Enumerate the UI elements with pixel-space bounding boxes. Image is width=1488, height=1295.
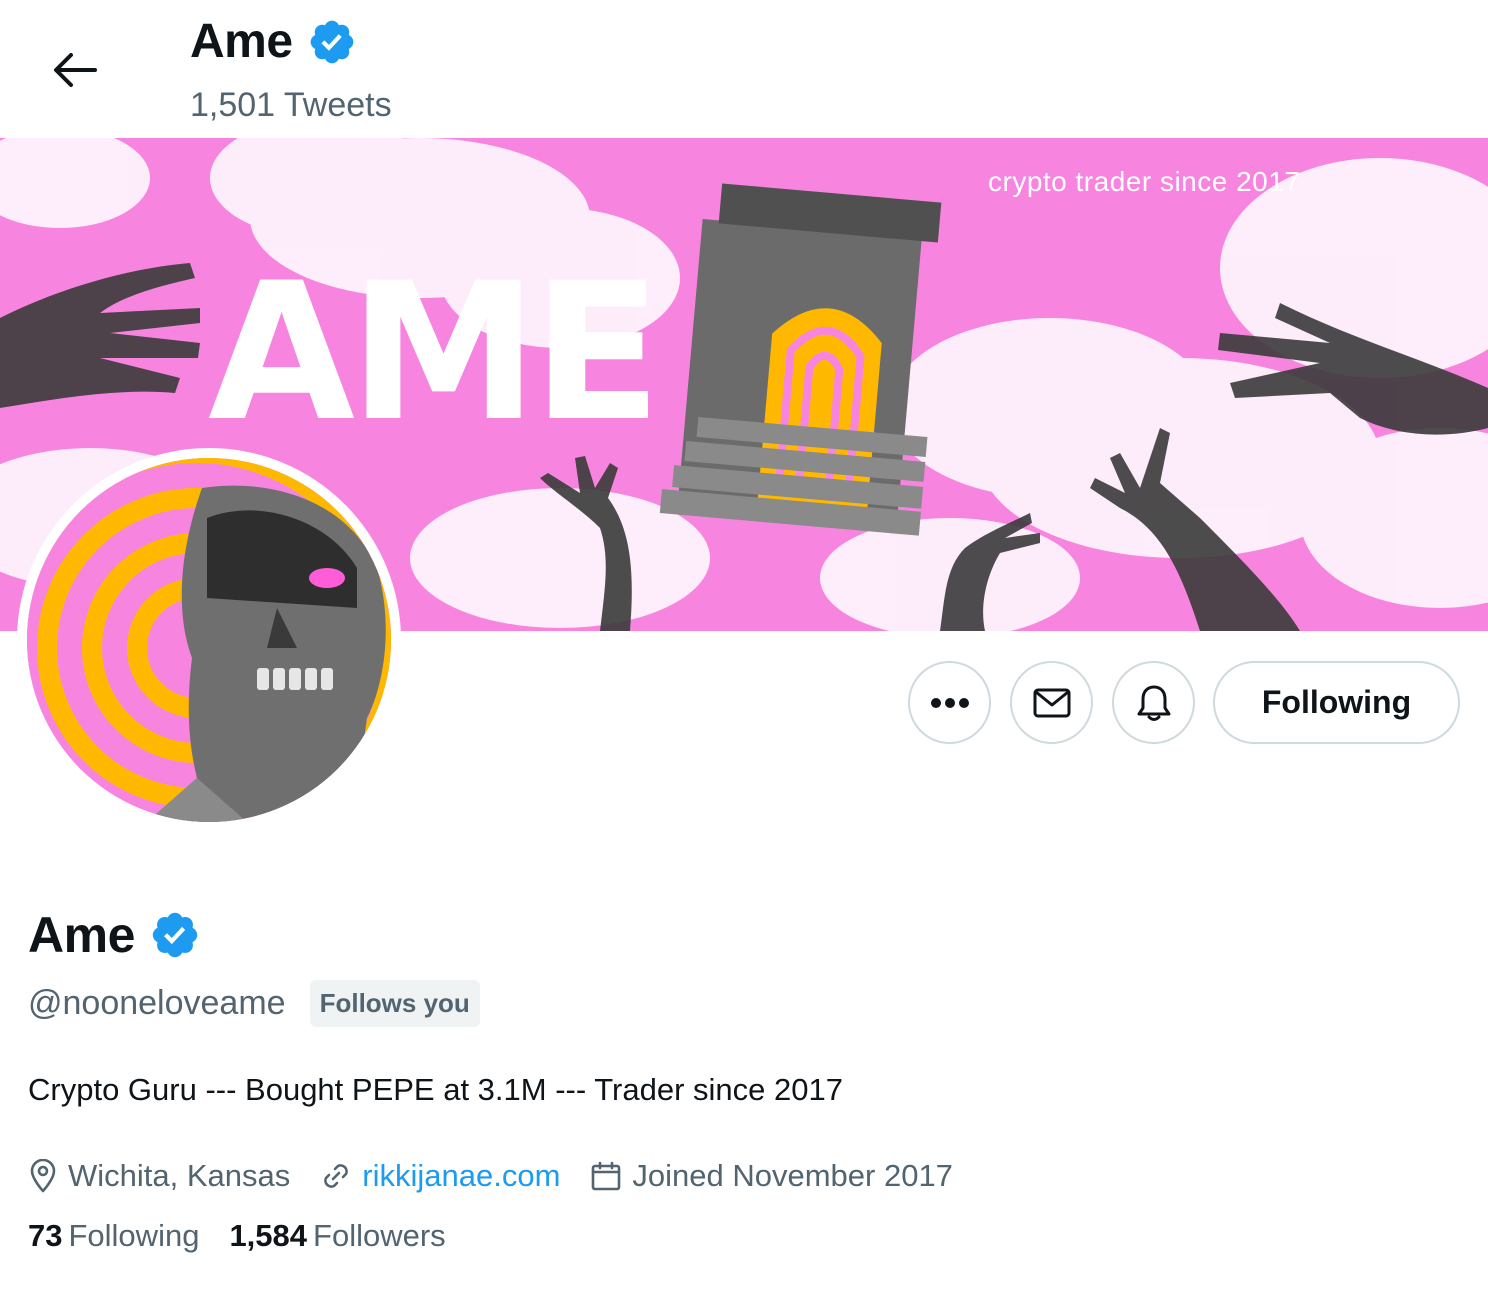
website: rikkijanae.com [320, 1158, 560, 1194]
followers-label: Followers [313, 1218, 446, 1253]
link-icon [324, 1164, 349, 1188]
banner-tagline: crypto trader since 2017 [988, 166, 1301, 197]
join-date: Joined November 2017 [590, 1158, 953, 1194]
joined-text: Joined November 2017 [632, 1158, 953, 1193]
verified-badge-icon [152, 912, 198, 958]
following-stat[interactable]: 73 Following [28, 1218, 199, 1254]
message-button[interactable] [1010, 661, 1093, 744]
more-options-button[interactable] [908, 661, 991, 744]
following-label: Following [68, 1218, 200, 1253]
profile-meta: Wichita, Kansas rikkijanae.com Joined No… [28, 1158, 983, 1194]
profile-bio: Crypto Guru --- Bought PEPE at 3.1M --- … [28, 1072, 843, 1107]
avatar[interactable] [17, 448, 401, 832]
verified-badge-icon [310, 20, 353, 63]
back-arrow-icon [54, 53, 97, 87]
location-text: Wichita, Kansas [68, 1158, 291, 1193]
handle-row: @nooneloveame Follows you [28, 980, 480, 1027]
avatar-image [27, 458, 391, 822]
calendar-icon [592, 1161, 621, 1191]
header-name-row: Ame [190, 14, 357, 69]
profile-name: Ame [28, 907, 135, 963]
top-bar: Ame 1,501 Tweets [0, 0, 1488, 138]
profile-name-row: Ame [28, 906, 201, 964]
followers-stat[interactable]: 1,584 Followers [229, 1218, 445, 1254]
header-name: Ame [190, 15, 293, 68]
tweet-count: 1,501 Tweets [190, 86, 392, 124]
location-pin-icon [30, 1159, 56, 1193]
followers-count: 1,584 [229, 1218, 308, 1253]
mail-icon [1033, 688, 1070, 717]
back-button[interactable] [44, 40, 104, 100]
profile-handle: @nooneloveame [28, 984, 286, 1022]
banner-big-word: AME [208, 242, 662, 463]
following-button[interactable]: Following [1213, 661, 1460, 744]
website-link[interactable]: rikkijanae.com [362, 1158, 560, 1194]
following-count: 73 [28, 1218, 63, 1253]
bell-icon [1137, 685, 1170, 721]
follows-you-badge: Follows you [309, 980, 480, 1027]
notifications-button[interactable] [1112, 661, 1195, 744]
more-icon [930, 697, 969, 708]
follow-stats: 73 Following 1,584 Followers [28, 1218, 476, 1254]
location: Wichita, Kansas [28, 1158, 290, 1194]
